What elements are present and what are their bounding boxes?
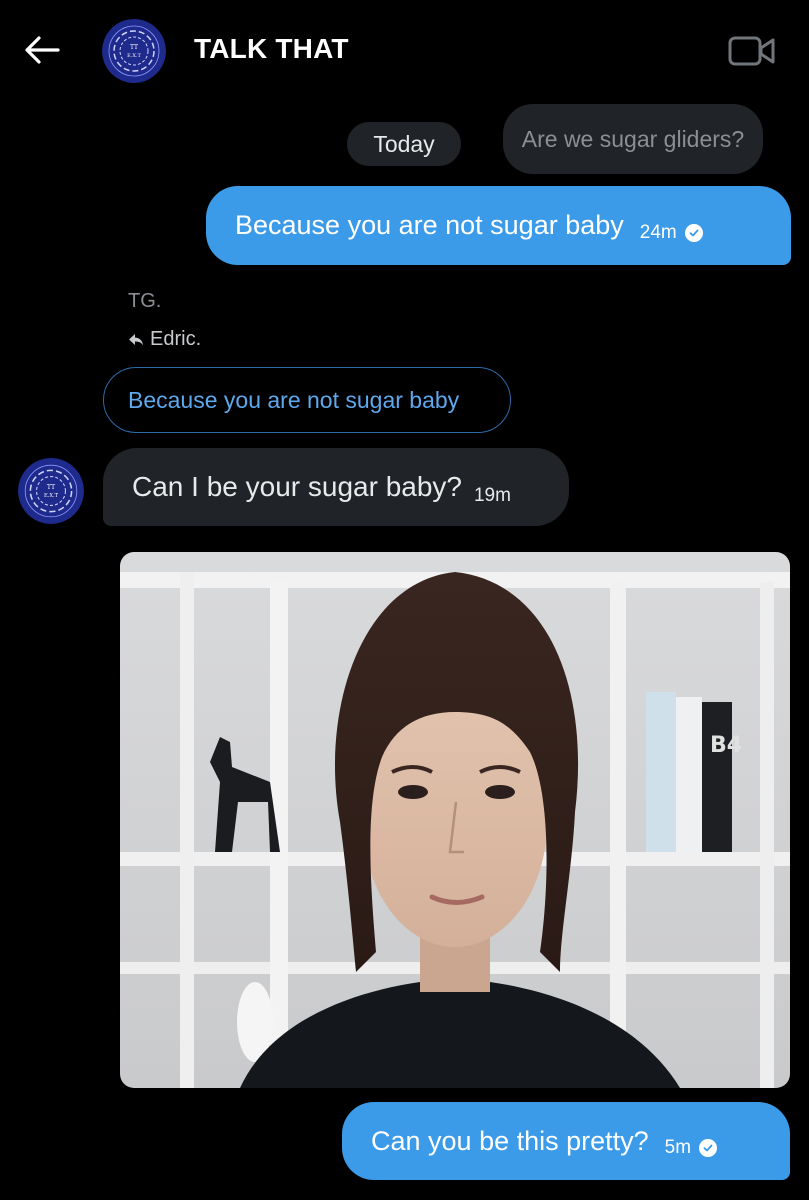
portrait-photo: B4 [120,552,790,1088]
replied-message-quote[interactable]: Because you are not sugar baby [103,367,511,433]
message-text: Can I be your sugar baby? [132,471,462,502]
message-meta: 24m [640,222,703,244]
read-check-icon [699,1139,718,1157]
message-text: Can you be this pretty? [371,1125,649,1156]
outgoing-message-bubble[interactable]: Because you are not sugar baby 24m [206,186,791,265]
conversation-title[interactable]: TALK THAT [194,33,349,65]
video-call-button[interactable] [728,34,776,68]
incoming-message-bubble[interactable]: Can I be your sugar baby? 19m [103,448,569,526]
reply-context: Edric. [128,328,201,351]
photo-attachment[interactable]: B4 [120,552,790,1088]
message-time: 24m [639,221,677,243]
reply-to-name: Edric. [150,328,202,350]
day-divider: Today [347,122,461,166]
svg-text:TT: TT [47,484,56,491]
svg-text:E.X.T: E.X.T [127,53,141,59]
back-arrow-icon [25,36,60,64]
outgoing-message-bubble[interactable]: Can you be this pretty? 5m [342,1102,790,1180]
sender-avatar[interactable]: TT E.X.T [18,458,84,524]
dm-conversation-screen: TT E.X.T TALK THAT Today Are we sugar gl… [0,0,809,1200]
back-button[interactable] [22,30,62,70]
message-time: 5m [664,1137,692,1158]
svg-text:B4: B4 [710,733,742,758]
message-time: 19m [473,485,511,506]
sender-name: TG. [128,290,162,312]
message-text: Because you are not sugar baby [235,210,624,240]
group-avatar-logo: TT E.X.T [18,458,84,524]
video-camera-icon [728,36,775,66]
group-avatar-logo: TT E.X.T [102,19,166,83]
conversation-avatar[interactable]: TT E.X.T [102,19,166,83]
quoted-message-preview[interactable]: Are we sugar gliders? [503,104,763,174]
read-check-icon [684,223,703,242]
svg-text:TT: TT [130,44,138,51]
message-meta: 5m [664,1137,718,1159]
reply-arrow-icon [129,333,143,345]
svg-text:E.X.T: E.X.T [44,493,59,499]
